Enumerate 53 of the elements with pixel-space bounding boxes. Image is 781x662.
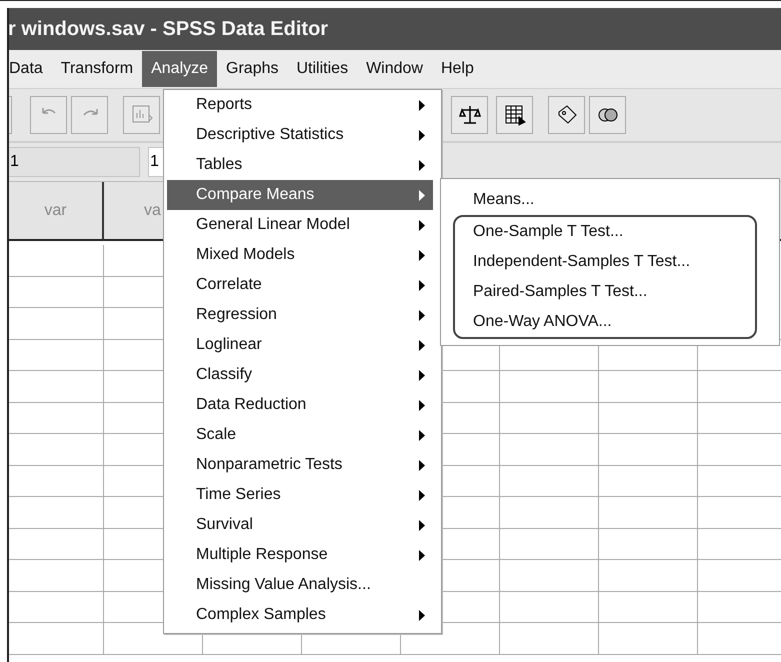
window-title: r windows.sav - SPSS Data Editor bbox=[9, 18, 328, 40]
menu-item[interactable]: Loglinear bbox=[167, 330, 433, 360]
menu-item[interactable]: Correlate bbox=[167, 270, 433, 300]
menu-item[interactable]: Window bbox=[357, 51, 432, 87]
menu-item[interactable]: Reports bbox=[167, 90, 433, 120]
menu-item[interactable]: Help bbox=[432, 51, 483, 87]
tag-icon[interactable] bbox=[548, 96, 585, 134]
submenu-arrow-icon bbox=[419, 160, 425, 170]
menu-item[interactable]: Regression bbox=[167, 300, 433, 330]
menu-item[interactable]: Means... bbox=[453, 185, 779, 215]
menu-item[interactable]: Analyze bbox=[142, 51, 218, 87]
menu-item[interactable]: Paired-Samples T Test... bbox=[455, 277, 755, 307]
submenu-arrow-icon bbox=[419, 130, 425, 140]
scales-icon[interactable] bbox=[451, 96, 488, 134]
submenu-arrow-icon bbox=[419, 430, 425, 440]
menu-item[interactable]: Missing Value Analysis... bbox=[167, 570, 433, 600]
submenu-arrow-icon bbox=[419, 190, 425, 200]
menu-item[interactable]: Descriptive Statistics bbox=[167, 120, 433, 150]
submenu-arrow-icon bbox=[419, 610, 425, 620]
menu-item[interactable]: Survival bbox=[167, 510, 433, 540]
menu-item[interactable]: Scale bbox=[167, 420, 433, 450]
submenu-arrow-icon bbox=[419, 280, 425, 290]
submenu-arrow-icon bbox=[419, 520, 425, 530]
menu-item[interactable]: Data Reduction bbox=[167, 390, 433, 420]
menu-item[interactable]: Classify bbox=[167, 360, 433, 390]
menu-item[interactable]: Compare Means bbox=[167, 180, 433, 210]
menu-item[interactable]: Multiple Response bbox=[167, 540, 433, 570]
submenu-arrow-icon bbox=[419, 310, 425, 320]
submenu-arrow-icon bbox=[419, 490, 425, 500]
submenu-arrow-icon bbox=[419, 100, 425, 110]
menu-item[interactable]: Graphs bbox=[217, 51, 288, 87]
menu-item[interactable]: Mixed Models bbox=[167, 240, 433, 270]
submenu-arrow-icon bbox=[419, 340, 425, 350]
menu-item[interactable]: Nonparametric Tests bbox=[167, 450, 433, 480]
submenu-arrow-icon bbox=[419, 220, 425, 230]
submenu-arrow-icon bbox=[419, 400, 425, 410]
cell-field[interactable]: 1 bbox=[9, 147, 140, 177]
menu-item[interactable]: Transform bbox=[52, 51, 142, 87]
submenu-arrow-icon bbox=[419, 370, 425, 380]
menu-item[interactable]: Utilities bbox=[288, 51, 358, 87]
submenu-arrow-icon bbox=[419, 460, 425, 470]
submenu-arrow-icon bbox=[419, 250, 425, 260]
menu-item[interactable]: Complex Samples bbox=[167, 600, 433, 630]
table-icon[interactable] bbox=[496, 96, 533, 134]
menu-item[interactable]: Tables bbox=[167, 150, 433, 180]
menu-item[interactable]: Time Series bbox=[167, 480, 433, 510]
menu-item[interactable]: Data bbox=[9, 51, 52, 87]
submenu-arrow-icon bbox=[419, 550, 425, 560]
column-header: var bbox=[9, 182, 104, 241]
menu-item[interactable]: One-Way ANOVA... bbox=[455, 307, 755, 337]
circles-icon[interactable] bbox=[589, 96, 626, 134]
menu-item[interactable]: One-Sample T Test... bbox=[455, 217, 755, 247]
menu-item[interactable]: Independent-Samples T Test... bbox=[455, 247, 755, 277]
